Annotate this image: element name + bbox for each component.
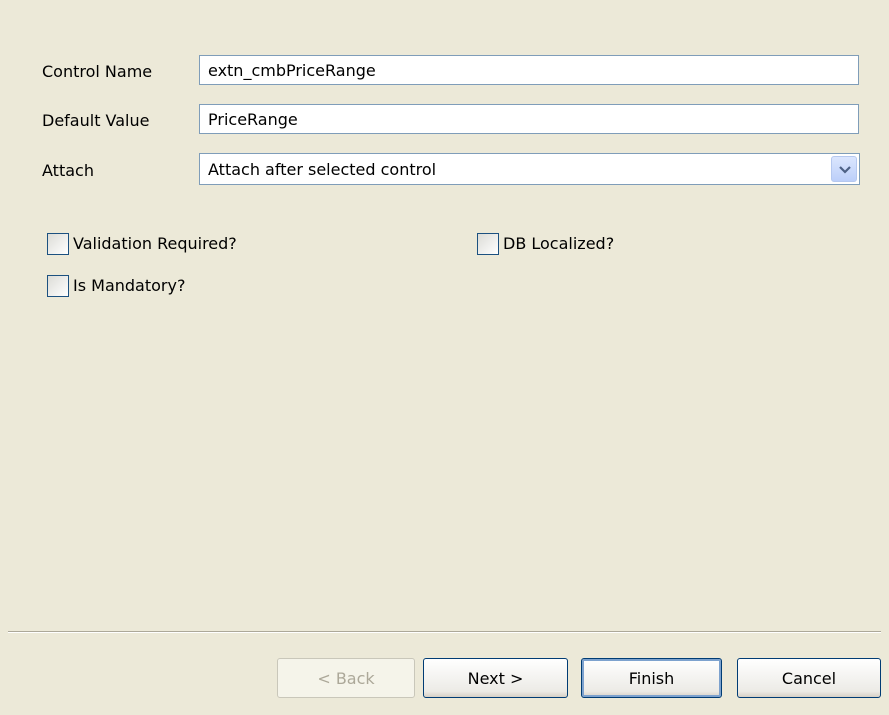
db-localized-label: DB Localized?: [503, 234, 615, 253]
next-button[interactable]: Next >: [423, 658, 568, 698]
cancel-button[interactable]: Cancel: [737, 658, 881, 698]
attach-row: Attach Attach after selected control: [42, 153, 862, 187]
attach-select[interactable]: Attach after selected control: [199, 153, 860, 185]
chevron-down-icon: [839, 166, 851, 174]
default-value-label: Default Value: [42, 111, 150, 130]
is-mandatory-box[interactable]: [47, 275, 69, 297]
default-value-input[interactable]: [199, 104, 859, 134]
validation-required-checkbox[interactable]: Validation Required?: [47, 231, 237, 257]
validation-required-box[interactable]: [47, 233, 69, 255]
db-localized-checkbox[interactable]: DB Localized?: [477, 231, 614, 257]
default-value-row: Default Value: [42, 104, 862, 138]
attach-label: Attach: [42, 161, 94, 180]
is-mandatory-checkbox[interactable]: Is Mandatory?: [47, 273, 185, 299]
control-name-label: Control Name: [42, 62, 153, 81]
attach-selected-value: Attach after selected control: [208, 160, 437, 179]
validation-required-label: Validation Required?: [73, 234, 237, 253]
control-name-input[interactable]: [199, 55, 859, 85]
back-button[interactable]: < Back: [277, 658, 415, 698]
db-localized-box[interactable]: [477, 233, 499, 255]
wizard-dialog: Control Name Default Value Attach Attach…: [0, 0, 889, 715]
button-bar-separator: [8, 631, 881, 633]
finish-button[interactable]: Finish: [581, 658, 722, 698]
is-mandatory-label: Is Mandatory?: [73, 276, 186, 295]
control-name-row: Control Name: [42, 55, 862, 89]
attach-dropdown-button[interactable]: [831, 156, 857, 182]
